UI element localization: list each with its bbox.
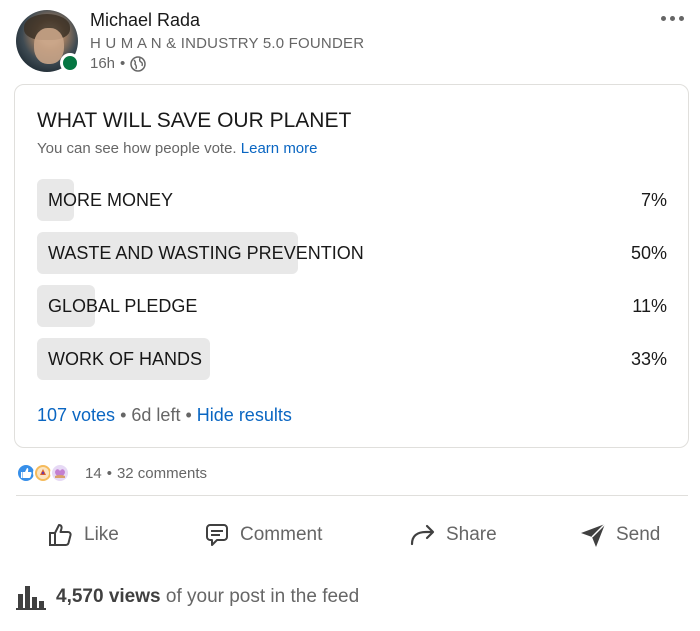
reactions-stack[interactable] <box>16 463 70 483</box>
author-name[interactable]: Michael Rada <box>90 10 200 31</box>
like-label: Like <box>84 524 119 545</box>
post-meta: 16h • <box>90 55 147 72</box>
online-status-indicator <box>60 53 80 73</box>
votes-link[interactable]: 107 votes <box>37 405 115 425</box>
comment-label: Comment <box>240 524 323 545</box>
share-label: Share <box>446 524 497 545</box>
footer-dot: • <box>185 405 192 425</box>
comment-icon <box>206 524 228 546</box>
counts-dot: • <box>106 464 112 482</box>
divider <box>16 495 688 496</box>
poll-card: WHAT WILL SAVE OUR PLANET You can see ho… <box>14 84 689 448</box>
send-button[interactable]: Send <box>578 512 660 558</box>
more-dot-icon <box>678 15 684 21</box>
globe-icon <box>130 55 147 72</box>
like-button[interactable]: Like <box>46 512 119 558</box>
time-left: 6d left <box>131 405 181 425</box>
poll-option-label: WORK OF HANDS <box>48 349 203 369</box>
comments-count[interactable]: 32 comments <box>117 465 207 482</box>
poll-option-label: MORE MONEY <box>48 190 174 210</box>
comment-button[interactable]: Comment <box>202 512 322 558</box>
poll-visibility-note: You can see how people vote. <box>37 140 237 157</box>
poll-option-percent: 7% <box>640 190 667 210</box>
author-headline: H U M A N & INDUSTRY 5.0 FOUNDER <box>90 35 365 52</box>
poll-option[interactable]: MORE MONEY 7% <box>37 179 667 221</box>
poll-option-percent: 11% <box>632 296 667 316</box>
footer-dot: • <box>120 405 127 425</box>
poll-option[interactable]: GLOBAL PLEDGE 11% <box>37 285 667 327</box>
more-options-button[interactable] <box>656 8 688 28</box>
poll-option-label: WASTE AND WASTING PREVENTION <box>48 243 364 263</box>
share-arrow-icon <box>410 524 435 546</box>
poll-option-label: GLOBAL PLEDGE <box>48 296 198 316</box>
learn-more-link[interactable]: Learn more <box>241 140 318 157</box>
post-views[interactable]: 4,570 views of your post in the feed <box>16 584 359 610</box>
bar-chart-icon <box>16 586 46 610</box>
send-label: Send <box>616 524 661 545</box>
views-suffix: of your post in the feed <box>165 586 360 607</box>
views-count: 4,570 views <box>56 586 161 607</box>
reaction-count[interactable]: 14 <box>85 465 102 482</box>
poll-footer: 107 votes • 6d left • Hide results <box>37 405 292 426</box>
poll-option-percent: 50% <box>630 243 667 263</box>
meta-separator: • <box>120 55 126 72</box>
poll-question: WHAT WILL SAVE OUR PLANET <box>37 109 352 132</box>
post-actions: Like Comment Share Send <box>0 512 700 558</box>
poll-option-percent: 33% <box>630 349 667 369</box>
post-time: 16h <box>90 55 116 72</box>
share-button[interactable]: Share <box>408 512 497 558</box>
poll-option[interactable]: WORK OF HANDS 33% <box>37 338 667 380</box>
more-dot-icon <box>669 15 675 21</box>
thumbs-up-icon <box>49 524 72 546</box>
poll-option[interactable]: WASTE AND WASTING PREVENTION 50% <box>37 232 667 274</box>
send-icon <box>581 523 606 547</box>
more-dot-icon <box>660 15 666 21</box>
support-reaction-icon <box>50 463 70 483</box>
social-counts: 14 • 32 comments <box>16 462 207 484</box>
poll-subtitle: You can see how people vote. Learn more <box>37 140 318 157</box>
hide-results-link[interactable]: Hide results <box>197 405 292 425</box>
